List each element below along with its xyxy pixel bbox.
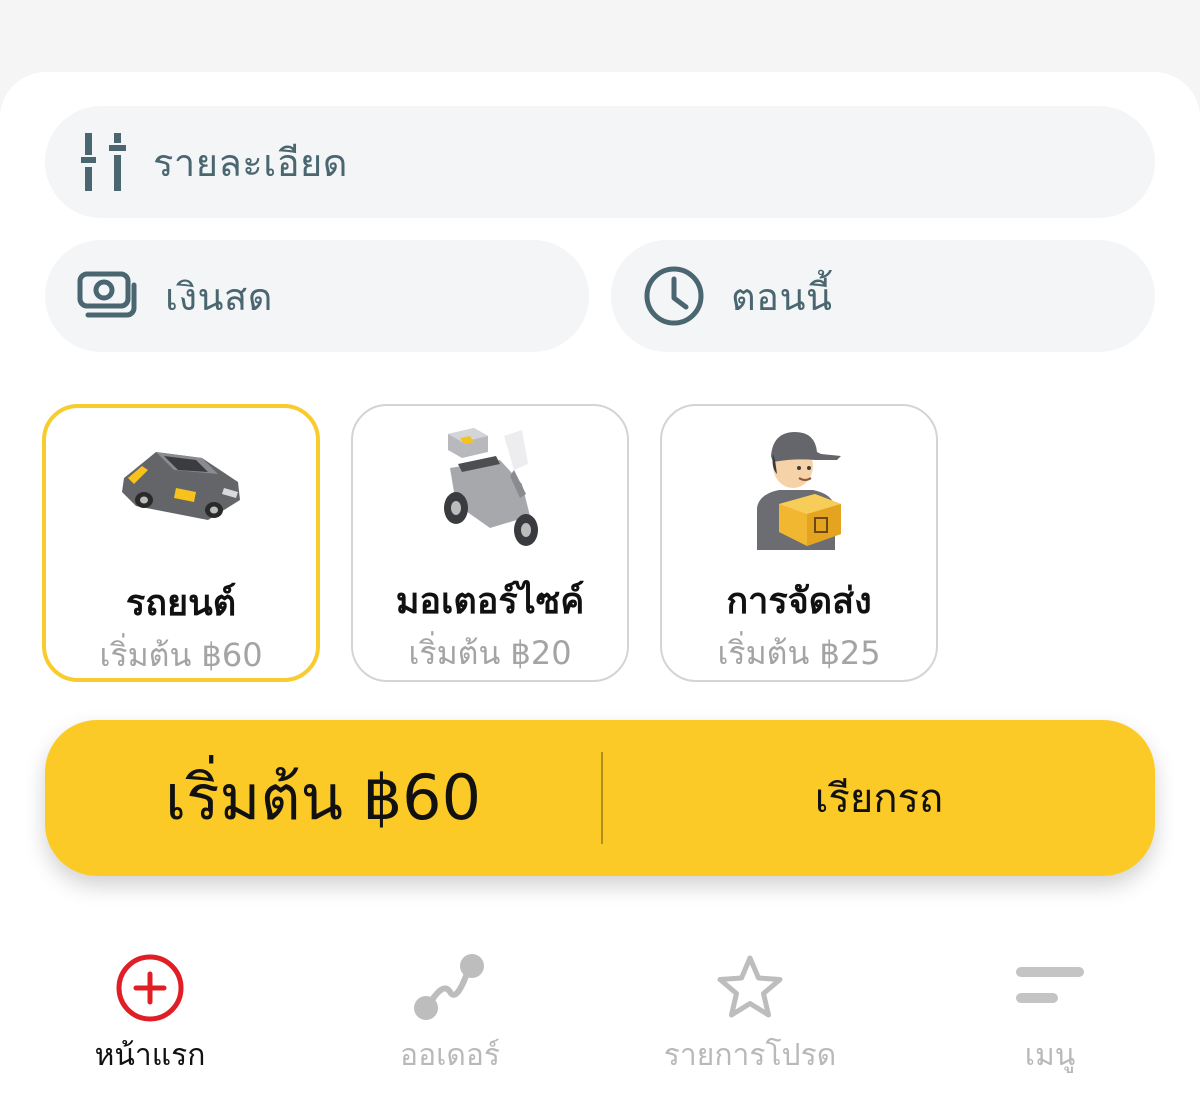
payment-method-button[interactable]: เงินสด bbox=[45, 240, 589, 352]
vehicle-name: การจัดส่ง bbox=[726, 581, 872, 622]
vehicle-name: มอเตอร์ไซค์ bbox=[395, 581, 585, 622]
motorcycle-icon bbox=[353, 424, 627, 574]
taxi-car-icon bbox=[46, 426, 316, 576]
call-ride-bar[interactable]: เริ่มต้น ฿60 เรียกรถ bbox=[45, 720, 1155, 876]
menu-icon bbox=[900, 938, 1200, 1038]
details-label: รายละเอียด bbox=[153, 140, 348, 185]
nav-item-menu[interactable]: เมนู bbox=[900, 938, 1200, 1079]
nav-label: ออเดอร์ bbox=[400, 1038, 500, 1073]
fare-estimate: เริ่มต้น ฿60 bbox=[164, 761, 482, 834]
nav-item-home[interactable]: หน้าแรก bbox=[0, 938, 300, 1079]
vehicle-card-delivery[interactable]: การจัดส่ง เริ่มต้น ฿25 bbox=[660, 404, 938, 682]
nav-item-orders[interactable]: ออเดอร์ bbox=[300, 938, 600, 1079]
bottom-navigation: หน้าแรก ออเดอร์ รายการโปรด เมนู bbox=[0, 938, 1200, 1094]
nav-label: รายการโปรด bbox=[663, 1038, 837, 1073]
nav-label: เมนู bbox=[1024, 1038, 1076, 1073]
vehicle-name: รถยนต์ bbox=[125, 583, 237, 624]
details-button[interactable]: รายละเอียด bbox=[45, 106, 1155, 218]
clock-icon bbox=[643, 265, 705, 327]
sliders-icon bbox=[81, 131, 127, 193]
delivery-person-icon bbox=[662, 424, 936, 574]
vehicle-price: เริ่มต้น ฿25 bbox=[717, 634, 881, 672]
plus-circle-icon bbox=[0, 938, 300, 1038]
vehicle-price: เริ่มต้น ฿60 bbox=[99, 636, 263, 674]
vehicle-price: เริ่มต้น ฿20 bbox=[408, 634, 572, 672]
nav-label: หน้าแรก bbox=[94, 1038, 206, 1073]
vehicle-card-motorcycle[interactable]: มอเตอร์ไซค์ เริ่มต้น ฿20 bbox=[351, 404, 629, 682]
nav-item-favorites[interactable]: รายการโปรด bbox=[600, 938, 900, 1079]
payment-label: เงินสด bbox=[165, 274, 273, 319]
time-label: ตอนนี้ bbox=[731, 274, 833, 319]
pickup-time-button[interactable]: ตอนนี้ bbox=[611, 240, 1155, 352]
call-ride-button[interactable]: เรียกรถ bbox=[603, 766, 1155, 830]
star-icon bbox=[600, 938, 900, 1038]
vehicle-card-car[interactable]: รถยนต์ เริ่มต้น ฿60 bbox=[42, 404, 320, 682]
route-icon bbox=[300, 938, 600, 1038]
cash-icon bbox=[77, 271, 139, 321]
